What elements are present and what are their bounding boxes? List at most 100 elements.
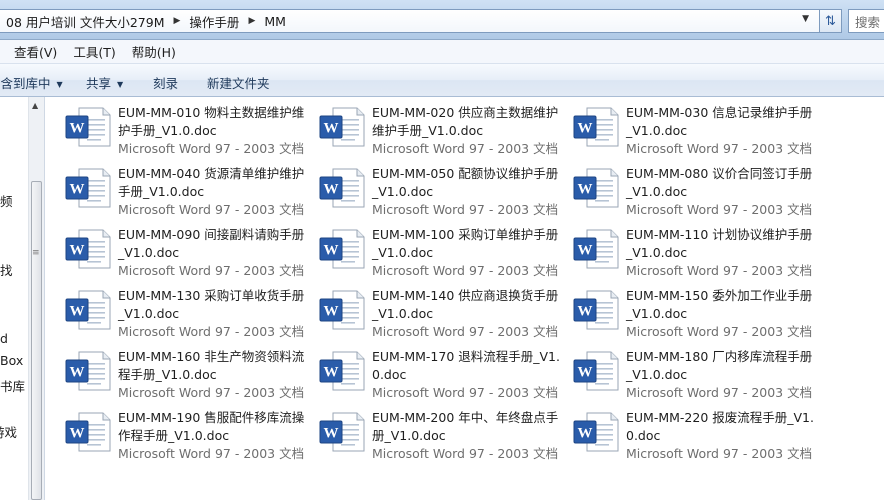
svg-text:W: W: [70, 304, 85, 320]
word-document-icon: W: [65, 351, 111, 391]
file-item[interactable]: W EUM-MM-160 非生产物资领料流程手册_V1.0.doc Microsof…: [45, 341, 304, 400]
nav-item-games[interactable]: 游戏: [0, 422, 17, 441]
word-document-icon: W: [573, 107, 619, 147]
nav-item-box[interactable]: Box: [0, 353, 23, 368]
grip-icon: ≡: [32, 248, 40, 258]
svg-text:W: W: [70, 243, 85, 259]
file-type: Microsoft Word 97 - 2003 文档: [626, 385, 813, 400]
breadcrumb-user-training[interactable]: 08 用户培训 文件大小279M: [6, 12, 165, 31]
file-item[interactable]: W EUM-MM-150 委外加工作业手册_V1.0.doc Microsoft W…: [553, 280, 812, 339]
file-type: Microsoft Word 97 - 2003 文档: [118, 446, 305, 461]
word-document-icon: W: [319, 412, 365, 452]
menu-view[interactable]: 查看(V): [14, 42, 57, 61]
file-type: Microsoft Word 97 - 2003 文档: [626, 324, 813, 339]
file-item[interactable]: W EUM-MM-010 物料主数据维护维护手册_V1.0.doc Microsof…: [45, 97, 304, 156]
svg-text:W: W: [578, 365, 593, 381]
file-name: EUM-MM-150 委外加工作业手册_V1.0.doc: [626, 288, 813, 321]
include-in-library-button[interactable]: 包含到库中 ▼: [0, 73, 63, 92]
svg-text:W: W: [70, 182, 85, 198]
nav-item-d[interactable]: d: [0, 331, 8, 346]
svg-text:W: W: [70, 121, 85, 137]
breadcrumb-separator-icon[interactable]: ▶: [174, 16, 181, 26]
address-dropdown-icon[interactable]: ▼: [802, 14, 809, 24]
nav-scrollbar[interactable]: ▲ ≡: [28, 97, 44, 500]
file-item[interactable]: W EUM-MM-170 退料流程手册_V1.0.doc Microsoft Wor…: [299, 341, 560, 400]
file-item[interactable]: W EUM-MM-040 货源清单维护维护手册_V1.0.doc Microsoft…: [45, 158, 304, 217]
file-view: W EUM-MM-010 物料主数据维护维护手册_V1.0.doc Microsof…: [45, 97, 884, 500]
word-document-icon: W: [319, 107, 365, 147]
file-name: EUM-MM-030 信息记录维护手册_V1.0.doc: [626, 105, 813, 138]
file-item[interactable]: W EUM-MM-100 采购订单维护手册_V1.0.doc Microsoft W…: [299, 219, 558, 278]
nav-scrollbar-thumb[interactable]: [31, 181, 42, 500]
file-name: EUM-MM-040 货源清单维护维护手册_V1.0.doc: [118, 166, 305, 199]
svg-text:W: W: [324, 365, 339, 381]
file-item[interactable]: W EUM-MM-050 配额协议维护手册_V1.0.doc Microsoft W…: [299, 158, 558, 217]
word-document-icon: W: [573, 290, 619, 330]
word-document-icon: W: [65, 107, 111, 147]
svg-text:W: W: [70, 365, 85, 381]
file-type: Microsoft Word 97 - 2003 文档: [118, 141, 305, 156]
file-name: EUM-MM-200 年中、年终盘点手册_V1.0.doc: [372, 410, 559, 443]
nav-item-videos[interactable]: 频: [0, 191, 13, 210]
svg-text:W: W: [324, 426, 339, 442]
file-name: EUM-MM-140 供应商退换货手册_V1.0.doc: [372, 288, 559, 321]
svg-text:W: W: [578, 182, 593, 198]
file-type: Microsoft Word 97 - 2003 文档: [626, 446, 813, 461]
file-item[interactable]: W EUM-MM-130 采购订单收货手册_V1.0.doc Microsoft W…: [45, 280, 304, 339]
file-name: EUM-MM-080 议价合同签订手册_V1.0.doc: [626, 166, 813, 199]
file-type: Microsoft Word 97 - 2003 文档: [372, 324, 559, 339]
file-item[interactable]: W EUM-MM-140 供应商退换货手册_V1.0.doc Microsoft W…: [299, 280, 558, 339]
refresh-button[interactable]: ⇅: [820, 9, 842, 33]
scroll-up-icon[interactable]: ▲: [32, 101, 38, 110]
file-item[interactable]: W EUM-MM-180 厂内移库流程手册_V1.0.doc Microsoft W…: [553, 341, 812, 400]
share-button[interactable]: 共享 ▼: [86, 73, 123, 92]
file-type: Microsoft Word 97 - 2003 文档: [626, 263, 813, 278]
breadcrumb-manuals[interactable]: 操作手册: [189, 12, 239, 31]
svg-text:W: W: [578, 426, 593, 442]
address-bar[interactable]: 08 用户培训 文件大小279M ▶ 操作手册 ▶ MM ▼: [0, 9, 820, 33]
search-input[interactable]: 搜索: [848, 9, 884, 33]
file-type: Microsoft Word 97 - 2003 文档: [372, 263, 559, 278]
file-name: EUM-MM-170 退料流程手册_V1.0.doc: [372, 349, 560, 382]
file-item[interactable]: W EUM-MM-110 计划协议维护手册_V1.0.doc Microsoft W…: [553, 219, 812, 278]
new-folder-button[interactable]: 新建文件夹: [207, 73, 270, 92]
file-item[interactable]: W EUM-MM-090 间接副料请购手册_V1.0.doc Microsoft W…: [45, 219, 304, 278]
burn-button[interactable]: 刻录: [153, 73, 178, 92]
file-name: EUM-MM-190 售服配件移库流操作程手册_V1.0.doc: [118, 410, 305, 443]
svg-text:W: W: [70, 426, 85, 442]
word-document-icon: W: [573, 168, 619, 208]
file-type: Microsoft Word 97 - 2003 文档: [626, 202, 813, 217]
word-document-icon: W: [319, 168, 365, 208]
include-in-library-label: 包含到库中: [0, 76, 51, 91]
file-item[interactable]: W EUM-MM-220 报废流程手册_V1.0.doc Microsoft Wor…: [553, 402, 814, 461]
svg-text:W: W: [324, 121, 339, 137]
word-document-icon: W: [65, 412, 111, 452]
chevron-down-icon: ▼: [56, 80, 63, 89]
svg-text:W: W: [578, 243, 593, 259]
breadcrumb-mm[interactable]: MM: [264, 14, 286, 29]
address-strip: 08 用户培训 文件大小279M ▶ 操作手册 ▶ MM ▼ ⇅ 搜索: [0, 0, 884, 40]
word-document-icon: W: [65, 168, 111, 208]
share-label: 共享: [86, 76, 112, 91]
menu-tools[interactable]: 工具(T): [73, 42, 115, 61]
file-type: Microsoft Word 97 - 2003 文档: [118, 385, 305, 400]
file-name: EUM-MM-220 报废流程手册_V1.0.doc: [626, 410, 814, 443]
file-item[interactable]: W EUM-MM-020 供应商主数据维护维护手册_V1.0.doc Microso…: [299, 97, 558, 156]
file-item[interactable]: W EUM-MM-030 信息记录维护手册_V1.0.doc Microsoft W…: [553, 97, 812, 156]
file-item[interactable]: W EUM-MM-190 售服配件移库流操作程手册_V1.0.doc Microso…: [45, 402, 304, 461]
word-document-icon: W: [573, 412, 619, 452]
file-name: EUM-MM-110 计划协议维护手册_V1.0.doc: [626, 227, 813, 260]
menu-help[interactable]: 帮助(H): [132, 42, 176, 61]
file-type: Microsoft Word 97 - 2003 文档: [372, 385, 559, 400]
breadcrumb-separator-icon[interactable]: ▶: [248, 16, 255, 26]
svg-text:W: W: [324, 182, 339, 198]
file-name: EUM-MM-090 间接副料请购手册_V1.0.doc: [118, 227, 305, 260]
file-item[interactable]: W EUM-MM-200 年中、年终盘点手册_V1.0.doc Microsoft …: [299, 402, 558, 461]
nav-item-library[interactable]: 书库: [0, 376, 25, 395]
word-document-icon: W: [65, 229, 111, 269]
file-type: Microsoft Word 97 - 2003 文档: [118, 324, 305, 339]
file-name: EUM-MM-010 物料主数据维护维护手册_V1.0.doc: [118, 105, 305, 138]
nav-item-search[interactable]: 找: [0, 260, 13, 279]
file-item[interactable]: W EUM-MM-080 议价合同签订手册_V1.0.doc Microsoft W…: [553, 158, 812, 217]
file-type: Microsoft Word 97 - 2003 文档: [118, 263, 305, 278]
